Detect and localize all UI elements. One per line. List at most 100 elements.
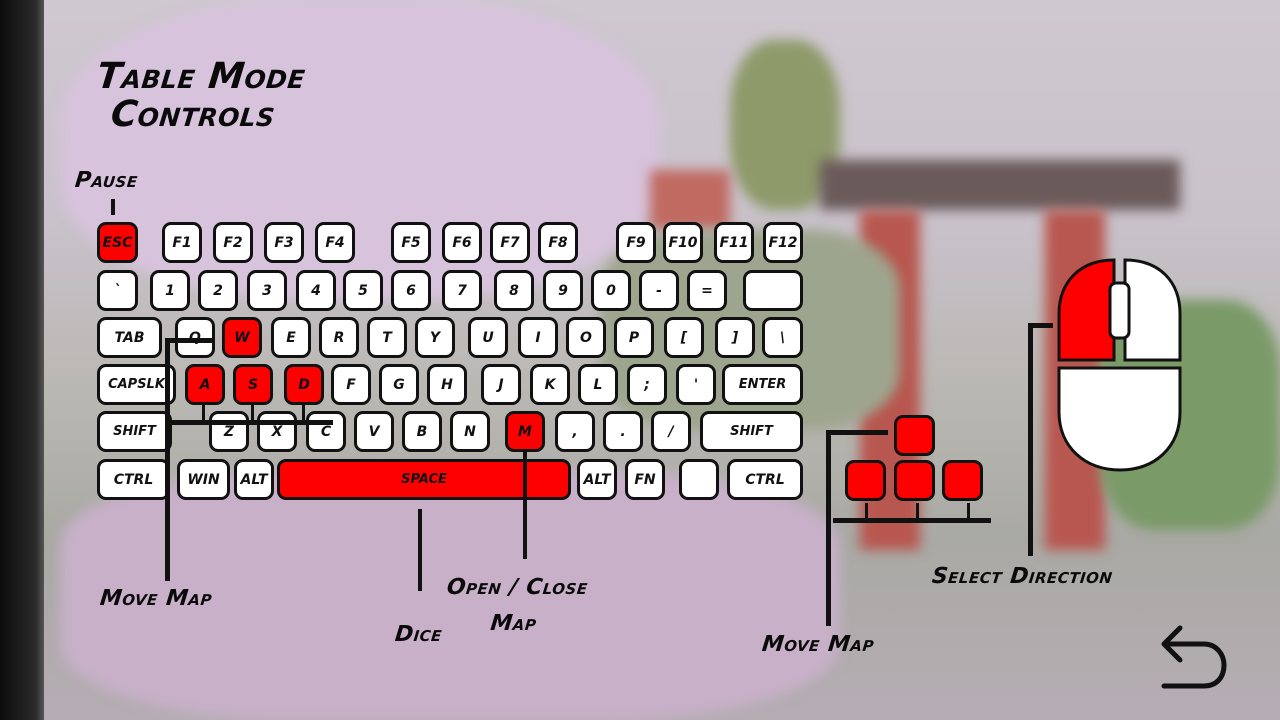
key-8[interactable]: 8 [494,270,534,311]
key-f9[interactable]: F9 [616,222,656,263]
key-ctrl[interactable]: CTRL [727,459,803,500]
key-shift[interactable]: SHIFT [700,411,803,452]
key-f12[interactable]: F12 [763,222,803,263]
key-f10[interactable]: F10 [663,222,703,263]
pause-line [111,199,115,215]
mouse-icon [1057,258,1182,472]
move-map-label-arrows: Move Map [760,632,876,657]
key-y[interactable]: Y [415,317,455,358]
key-x[interactable]: X [257,411,297,452]
key-k[interactable]: K [530,364,570,405]
key-j[interactable]: J [481,364,521,405]
mouse-body [1057,366,1182,472]
move-map-line-vertical [165,339,170,581]
key-esc[interactable]: ESC [97,222,138,263]
key-quote[interactable]: ' [676,364,716,405]
key-t[interactable]: T [367,317,407,358]
mouse-wheel[interactable] [1108,281,1131,340]
key-z[interactable]: Z [209,411,249,452]
key-f1[interactable]: F1 [162,222,202,263]
key-9[interactable]: 9 [543,270,583,311]
key-enter[interactable]: ENTER [722,364,803,405]
select-direction-label: Select Direction [930,564,1114,589]
key-3[interactable]: 3 [247,270,287,311]
tick-down [916,503,919,520]
key-f4[interactable]: F4 [315,222,355,263]
key-period[interactable]: . [603,411,643,452]
arrow-left-key[interactable] [845,460,886,501]
page-title: Table Mode Controls [91,56,308,135]
map-line [523,451,527,559]
tick-right [967,503,970,520]
key-7[interactable]: 7 [442,270,482,311]
key-a[interactable]: A [185,364,225,405]
key-f2[interactable]: F2 [213,222,253,263]
key-shift[interactable]: SHIFT [97,411,172,452]
key-backtick[interactable]: ` [97,270,138,311]
key-d[interactable]: D [284,364,324,405]
mouse-right-button[interactable] [1123,258,1182,362]
key-backslash[interactable]: \ [762,317,803,358]
move-map-line-w [165,338,215,343]
key-e[interactable]: E [271,317,311,358]
key-blank[interactable] [743,270,803,311]
key-alt[interactable]: ALT [234,459,274,500]
open-close-map-label: Open / Close Map [441,570,589,642]
key-h[interactable]: H [427,364,467,405]
key-rbracket[interactable]: ] [715,317,755,358]
key-p[interactable]: P [614,317,654,358]
key-n[interactable]: N [450,411,490,452]
key-s[interactable]: S [233,364,273,405]
key-f7[interactable]: F7 [490,222,530,263]
key-alt[interactable]: ALT [577,459,617,500]
key-r[interactable]: R [319,317,359,358]
key-blank[interactable] [679,459,719,500]
arrow-line-vertical [826,430,831,626]
key-1[interactable]: 1 [150,270,190,311]
key-v[interactable]: V [354,411,394,452]
key-c[interactable]: C [306,411,346,452]
key-f5[interactable]: F5 [391,222,431,263]
key-minus[interactable]: - [639,270,679,311]
move-map-label-keyboard: Move Map [98,586,214,611]
key-slash[interactable]: / [651,411,691,452]
key-4[interactable]: 4 [296,270,336,311]
key-0[interactable]: 0 [591,270,631,311]
key-g[interactable]: G [379,364,419,405]
mouse-left-button[interactable] [1057,258,1116,362]
key-comma[interactable]: , [555,411,595,452]
key-i[interactable]: I [518,317,558,358]
key-tab[interactable]: TAB [97,317,162,358]
key-f[interactable]: F [331,364,371,405]
key-2[interactable]: 2 [198,270,238,311]
key-l[interactable]: L [578,364,618,405]
tick-left [865,503,868,520]
title-line-2: Controls [108,94,278,135]
move-map-line-asd [165,420,333,425]
key-f6[interactable]: F6 [442,222,482,263]
key-w[interactable]: W [222,317,262,358]
key-u[interactable]: U [468,317,508,358]
key-lbracket[interactable]: [ [664,317,704,358]
key-6[interactable]: 6 [391,270,431,311]
key-o[interactable]: O [566,317,606,358]
arrow-down-key[interactable] [894,460,935,501]
arrow-right-key[interactable] [942,460,983,501]
open-close-line-2: Map [489,611,538,636]
key-fn[interactable]: FN [625,459,665,500]
back-icon[interactable] [1158,622,1230,692]
key-ctrl[interactable]: CTRL [97,459,170,500]
key-f11[interactable]: F11 [714,222,754,263]
key-b[interactable]: B [402,411,442,452]
pause-label: Pause [73,168,140,193]
mouse-line-horizontal [1028,323,1053,328]
tick-a [202,404,205,422]
key-win[interactable]: WIN [177,459,230,500]
key-semicolon[interactable]: ; [627,364,667,405]
arrow-up-key[interactable] [894,415,935,456]
key-f8[interactable]: F8 [538,222,578,263]
key-f3[interactable]: F3 [264,222,304,263]
key-equals[interactable]: = [687,270,727,311]
key-5[interactable]: 5 [343,270,383,311]
key-m[interactable]: M [505,411,545,452]
